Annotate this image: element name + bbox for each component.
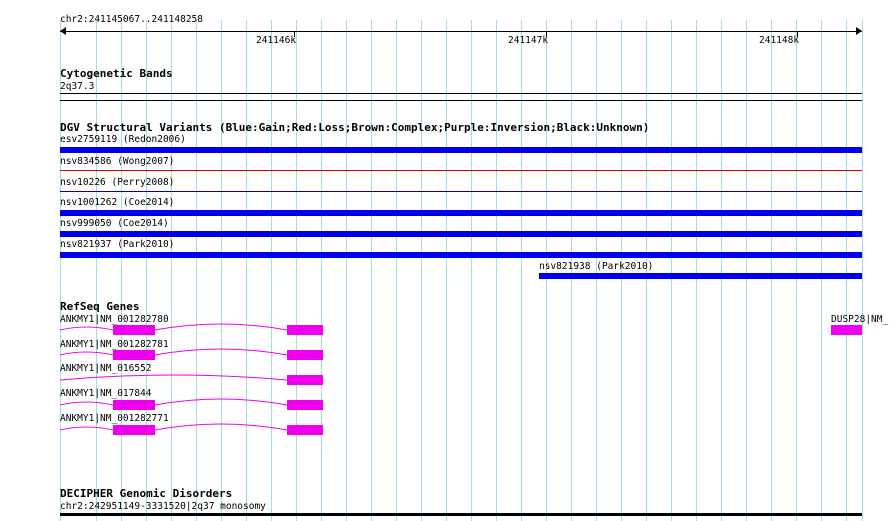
track-title-decipher: DECIPHER Genomic Disorders <box>60 487 233 500</box>
gene-model-ankmy1-nm-001282781[interactable] <box>59 348 323 360</box>
gene-model-ankmy1-nm-001282780[interactable] <box>59 323 323 335</box>
refseq-gene-models <box>59 323 862 435</box>
gene-model-ankmy1-nm-017844[interactable] <box>59 398 323 410</box>
genome-browser-view: chr2:241145067..241148258 241146k 241147k… <box>0 0 890 521</box>
decipher-bar[interactable] <box>60 513 862 516</box>
gene-model-dusp28[interactable] <box>831 325 862 335</box>
gene-model-ankmy1-nm-001282771[interactable] <box>59 423 323 435</box>
gene-model-ankmy1-nm-016552[interactable] <box>59 374 323 385</box>
decipher-item-label: chr2:242951149-3331520|2q37 monosomy <box>60 501 266 512</box>
